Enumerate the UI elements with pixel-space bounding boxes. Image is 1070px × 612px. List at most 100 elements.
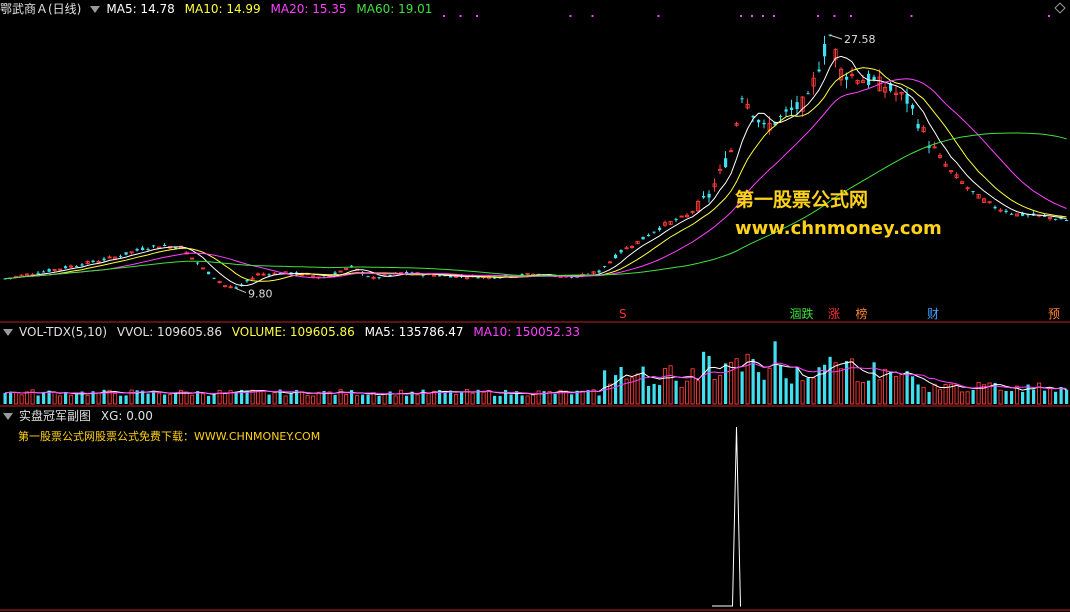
event-marker: 预 [1048, 307, 1060, 321]
volume-bar [690, 368, 695, 405]
volume-bar [570, 394, 574, 404]
volume-bar [344, 394, 349, 405]
volume-bar [267, 394, 271, 404]
signal-dot [762, 15, 764, 17]
volume-bar [1037, 382, 1042, 405]
candle [91, 260, 95, 262]
volume-bar [305, 395, 310, 405]
candle [152, 245, 156, 247]
volume-bar [289, 393, 293, 404]
candle [102, 258, 106, 261]
volume-bar [1010, 391, 1014, 404]
volume-bar [586, 390, 590, 404]
candle [872, 76, 876, 81]
volume-bar [921, 386, 926, 405]
candle [603, 266, 607, 268]
signal-dot [833, 15, 836, 17]
volume-bar [366, 395, 370, 404]
volume-bar [333, 394, 337, 404]
volume-bar [52, 391, 57, 405]
volume-bar [217, 389, 222, 405]
candle [75, 266, 79, 268]
low-pointer [235, 288, 247, 294]
volume-bar [867, 380, 871, 404]
volume-bar [580, 390, 585, 405]
signal-dot [591, 15, 594, 17]
candle [817, 69, 821, 72]
volume-bar [498, 395, 502, 404]
volume-bar [734, 358, 739, 405]
volume-bar [272, 392, 277, 405]
candle [707, 193, 711, 198]
candle [790, 107, 794, 111]
candle [647, 234, 651, 237]
volume-bar [663, 368, 668, 405]
candle [971, 191, 975, 193]
candle [207, 271, 211, 275]
volume-bar [767, 367, 772, 405]
volume-bar [300, 391, 305, 405]
candle [916, 123, 920, 129]
volume-bar [96, 392, 101, 405]
candle [757, 119, 761, 123]
volume-bar [976, 381, 981, 405]
volume-bar [784, 378, 788, 404]
volume-bar [283, 395, 288, 405]
candle [267, 274, 271, 276]
volume-bar [223, 392, 228, 405]
volume-bar [790, 383, 794, 404]
signal-dot [443, 15, 445, 17]
volume-bar [261, 390, 266, 405]
volume-bar [833, 362, 838, 405]
stock-chart[interactable]: 27.58 9.80 S 涸跌涨 榜 财 预 [0, 0, 1070, 612]
volume-bar [932, 383, 937, 405]
volume-bar [889, 372, 893, 404]
candle [1054, 219, 1058, 221]
volume-bar [454, 393, 459, 405]
volume-bar [762, 379, 766, 404]
volume-bar [712, 379, 717, 405]
volume-bar [668, 365, 673, 405]
volume-bar [740, 371, 744, 404]
volume-bar [25, 391, 30, 405]
signal-dot [910, 15, 913, 17]
signal-dot [657, 15, 660, 17]
volume-bar [64, 392, 68, 404]
volume-bar [174, 393, 178, 404]
candle [570, 276, 574, 278]
signal-dot [850, 15, 852, 17]
volume-bar [674, 380, 678, 404]
candle [641, 236, 645, 240]
volume-bar [1032, 389, 1036, 404]
volume-bar [845, 361, 849, 404]
volume-bar [119, 395, 123, 404]
signal-dot [740, 15, 742, 17]
volume-bar [806, 377, 810, 404]
candle [80, 264, 84, 266]
volume-bar [487, 390, 492, 405]
volume-bar [1004, 391, 1008, 404]
volume-bar [212, 394, 216, 404]
event-marker: 涨 [828, 306, 840, 321]
volume-bar [75, 394, 79, 404]
event-marker: S [619, 307, 627, 321]
event-marker: 涸跌 [790, 306, 814, 321]
volume-bar [377, 396, 381, 404]
candle [806, 93, 810, 95]
candle [1065, 219, 1069, 221]
low-price-label: 9.80 [248, 288, 273, 301]
volume-bar [685, 380, 690, 405]
volume-bar [998, 389, 1003, 405]
volume-bar [779, 364, 783, 404]
event-marker: 财 [927, 307, 939, 321]
candle [174, 247, 178, 249]
candle [366, 276, 370, 278]
candle [36, 272, 40, 274]
high-pointer [829, 34, 843, 40]
volume-bar [960, 391, 965, 405]
volume-bar [470, 392, 475, 405]
candle [196, 262, 200, 264]
volume-bar [525, 395, 530, 405]
volume-bar [207, 395, 211, 404]
volume-bar [184, 391, 189, 405]
